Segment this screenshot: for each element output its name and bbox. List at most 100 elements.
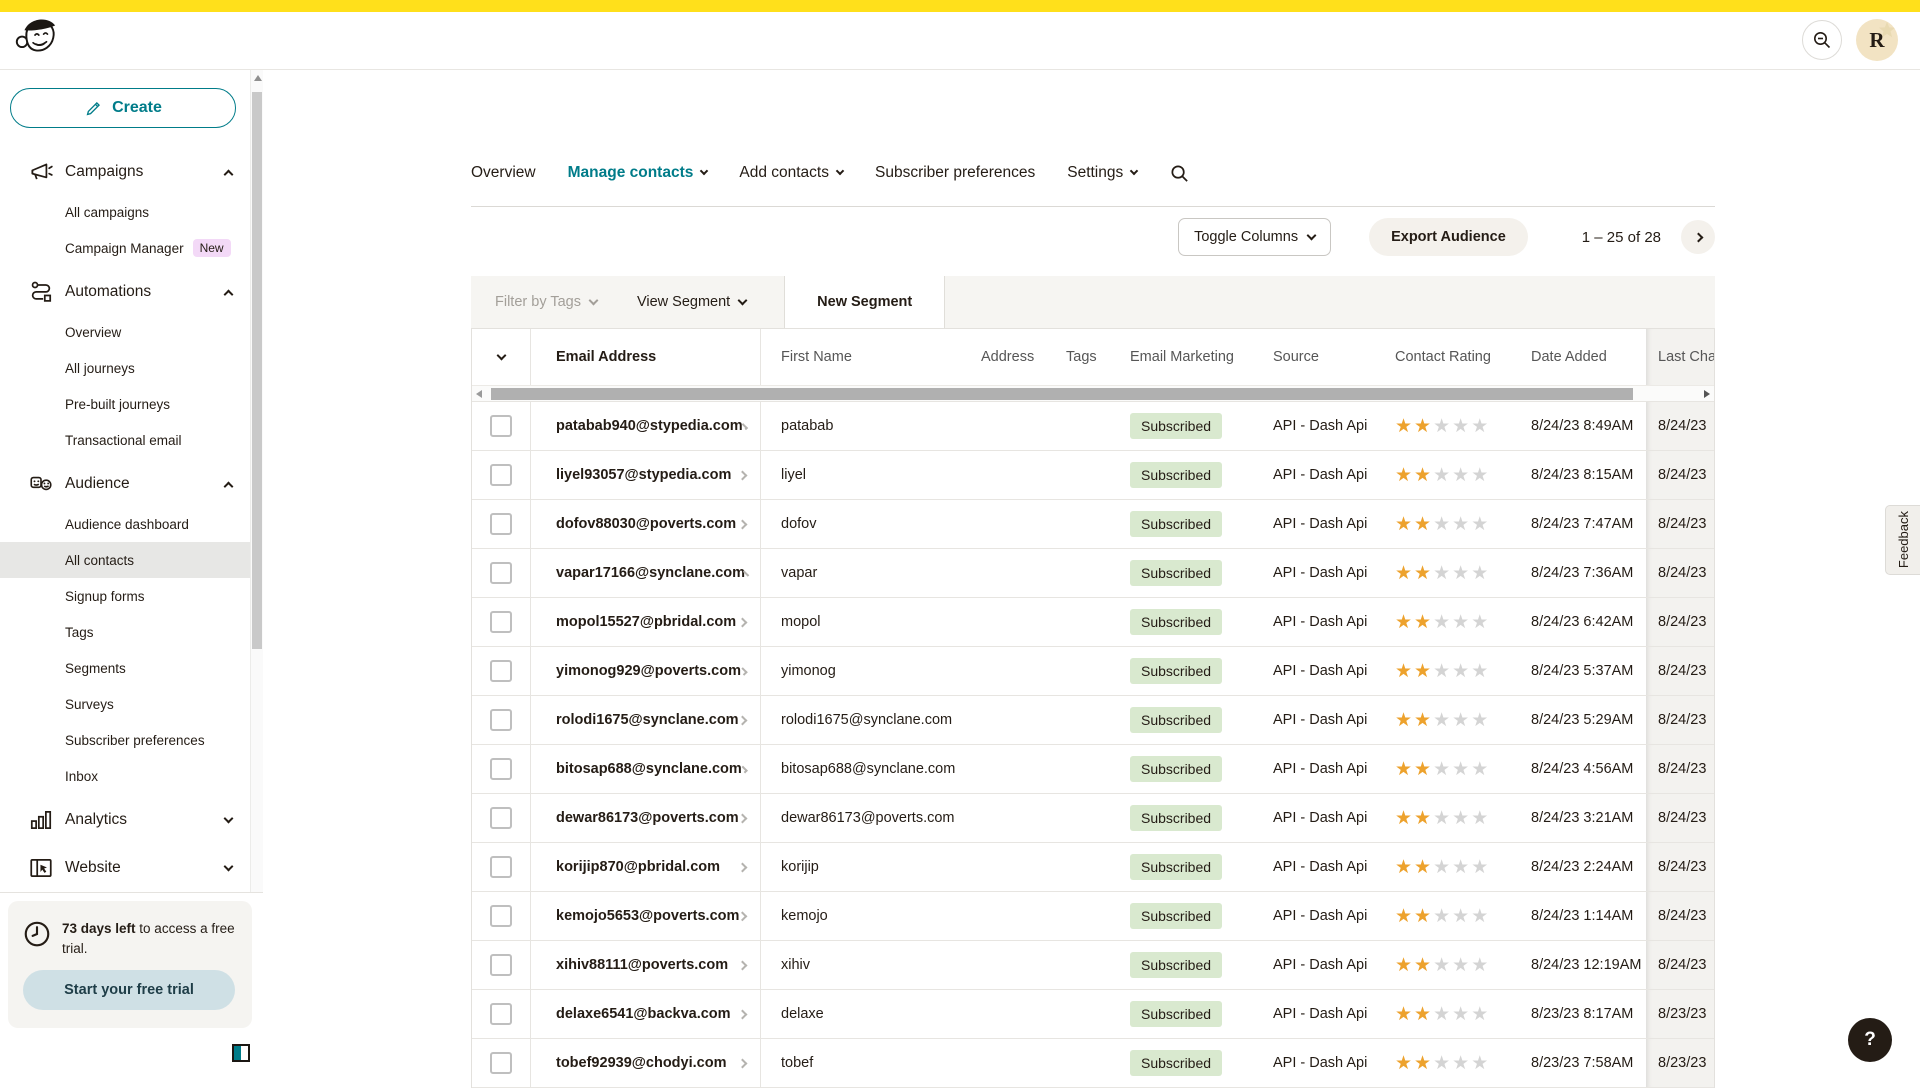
row-checkbox[interactable] [490, 611, 512, 633]
contact-email-link[interactable]: mopol15527@pbridal.com [556, 614, 736, 630]
sidebar-section-automations[interactable]: Automations [0, 270, 250, 314]
sidebar-footer: 73 days left to access a free trial. Sta… [0, 892, 263, 1080]
tab-add-contacts[interactable]: Add contacts [739, 164, 843, 182]
row-checkbox[interactable] [490, 905, 512, 927]
filter-by-tags-dropdown[interactable]: Filter by Tags [495, 294, 597, 310]
contact-email-link[interactable]: kemojo5653@poverts.com [556, 908, 739, 924]
sidebar-item-campaign-manager[interactable]: Campaign Manager New [0, 230, 250, 266]
sidebar-item-overview[interactable]: Overview [0, 314, 250, 350]
status-badge: Subscribed [1130, 658, 1222, 684]
sidebar-scrollbar[interactable] [250, 70, 263, 892]
row-checkbox[interactable] [490, 856, 512, 878]
create-button[interactable]: Create [10, 88, 236, 128]
scroll-left-arrow-icon[interactable] [476, 390, 482, 398]
chevron-right-icon[interactable] [738, 470, 748, 480]
row-checkbox[interactable] [490, 513, 512, 535]
row-checkbox[interactable] [490, 709, 512, 731]
sidebar-section-website[interactable]: Website [0, 846, 250, 890]
contact-email-link[interactable]: patabab940@stypedia.com [556, 418, 743, 434]
col-header-email-address[interactable]: Email Address [531, 329, 761, 385]
contact-email-link[interactable]: yimonog929@poverts.com [556, 663, 741, 679]
tabs-search-icon[interactable] [1169, 163, 1190, 184]
contact-email-link[interactable]: rolodi1675@synclane.com [556, 712, 739, 728]
sidebar-item-tags[interactable]: Tags [0, 614, 250, 650]
contact-email-link[interactable]: korijip870@pbridal.com [556, 859, 720, 875]
row-checkbox[interactable] [490, 464, 512, 486]
contact-email-link[interactable]: dewar86173@poverts.com [556, 810, 739, 826]
toggle-columns-button[interactable]: Toggle Columns [1178, 218, 1331, 256]
account-avatar[interactable]: R [1856, 19, 1898, 61]
tab-label: Manage contacts [568, 164, 694, 182]
sidebar-item-transactional-email[interactable]: Transactional email [0, 422, 250, 458]
contact-first-name: vapar [761, 549, 956, 597]
contact-rating-stars: ★★★★★ [1395, 513, 1490, 536]
chevron-right-icon[interactable] [738, 1009, 748, 1019]
row-checkbox[interactable] [490, 1003, 512, 1025]
contact-email-link[interactable]: delaxe6541@backva.com [556, 1006, 731, 1022]
star-icon: ★ [1452, 612, 1471, 633]
sidebar-item-audience-dashboard[interactable]: Audience dashboard [0, 506, 250, 542]
sidebar-item-inbox[interactable]: Inbox [0, 758, 250, 794]
export-audience-button[interactable]: Export Audience [1369, 218, 1528, 256]
tab-settings[interactable]: Settings [1067, 164, 1137, 182]
contact-address [956, 647, 1041, 695]
date-added: 8/24/23 6:42AM [1521, 598, 1646, 646]
header-search-button[interactable] [1802, 20, 1842, 60]
horizontal-scrollbar-thumb[interactable] [491, 388, 1633, 400]
sidebar-item-surveys[interactable]: Surveys [0, 686, 250, 722]
contact-first-name: rolodi1675@synclane.com [761, 696, 956, 744]
select-all-dropdown[interactable] [472, 329, 531, 385]
contact-first-name: dewar86173@poverts.com [761, 794, 956, 842]
chevron-right-icon[interactable] [738, 862, 748, 872]
row-checkbox[interactable] [490, 660, 512, 682]
tab-manage-contacts[interactable]: Manage contacts [568, 164, 708, 182]
row-checkbox[interactable] [490, 758, 512, 780]
collapse-sidebar-icon[interactable] [232, 1044, 250, 1062]
row-checkbox[interactable] [490, 562, 512, 584]
tab-subscriber-preferences[interactable]: Subscriber preferences [875, 164, 1035, 182]
sidebar-section-campaigns[interactable]: Campaigns [0, 150, 250, 194]
sidebar-item-all-contacts[interactable]: All contacts [0, 542, 250, 578]
sidebar-item-all-campaigns[interactable]: All campaigns [0, 194, 250, 230]
scroll-right-arrow-icon[interactable] [1704, 390, 1710, 398]
tab-overview[interactable]: Overview [471, 164, 536, 182]
chevron-right-icon[interactable] [738, 617, 748, 627]
row-checkbox[interactable] [490, 415, 512, 437]
help-button[interactable]: ? [1848, 1018, 1892, 1062]
contact-email-link[interactable]: vapar17166@synclane.com [556, 565, 745, 581]
view-segment-label: View Segment [637, 294, 730, 310]
sidebar-item-subscriber-preferences[interactable]: Subscriber preferences [0, 722, 250, 758]
chevron-right-icon[interactable] [738, 1058, 748, 1068]
horizontal-scrollbar[interactable] [472, 385, 1714, 402]
feedback-tab[interactable]: Feedback [1885, 505, 1920, 575]
mailchimp-logo-icon[interactable] [12, 14, 58, 60]
start-free-trial-button[interactable]: Start your free trial [23, 970, 235, 1010]
sidebar-item-pre-built-journeys[interactable]: Pre-built journeys [0, 386, 250, 422]
chevron-right-icon[interactable] [738, 813, 748, 823]
sidebar-section-label: Website [65, 859, 225, 877]
contact-source: API - Dash Api [1261, 696, 1391, 744]
row-checkbox[interactable] [490, 1052, 512, 1074]
row-checkbox[interactable] [490, 807, 512, 829]
next-page-button[interactable] [1681, 220, 1715, 254]
sidebar-item-all-journeys[interactable]: All journeys [0, 350, 250, 386]
chevron-right-icon[interactable] [738, 960, 748, 970]
table-row: yimonog929@poverts.com yimonog Subscribe… [472, 647, 1714, 696]
contact-email-link[interactable]: bitosap688@synclane.com [556, 761, 742, 777]
scrollbar-up-arrow-icon[interactable] [254, 75, 262, 81]
row-checkbox[interactable] [490, 954, 512, 976]
new-segment-button[interactable]: New Segment [784, 276, 945, 328]
star-icon: ★ [1452, 710, 1471, 731]
contact-email-link[interactable]: xihiv88111@poverts.com [556, 957, 728, 973]
chevron-right-icon[interactable] [738, 715, 748, 725]
sidebar-item-signup-forms[interactable]: Signup forms [0, 578, 250, 614]
sidebar-item-segments[interactable]: Segments [0, 650, 250, 686]
sidebar-section-analytics[interactable]: Analytics [0, 798, 250, 842]
sidebar-scrollbar-thumb[interactable] [252, 92, 262, 649]
sidebar-section-audience[interactable]: Audience [0, 462, 250, 506]
chevron-right-icon[interactable] [738, 519, 748, 529]
contact-email-link[interactable]: liyel93057@stypedia.com [556, 467, 731, 483]
view-segment-dropdown[interactable]: View Segment [637, 294, 746, 310]
contact-email-link[interactable]: dofov88030@poverts.com [556, 516, 736, 532]
contact-email-link[interactable]: tobef92939@chodyi.com [556, 1055, 726, 1071]
